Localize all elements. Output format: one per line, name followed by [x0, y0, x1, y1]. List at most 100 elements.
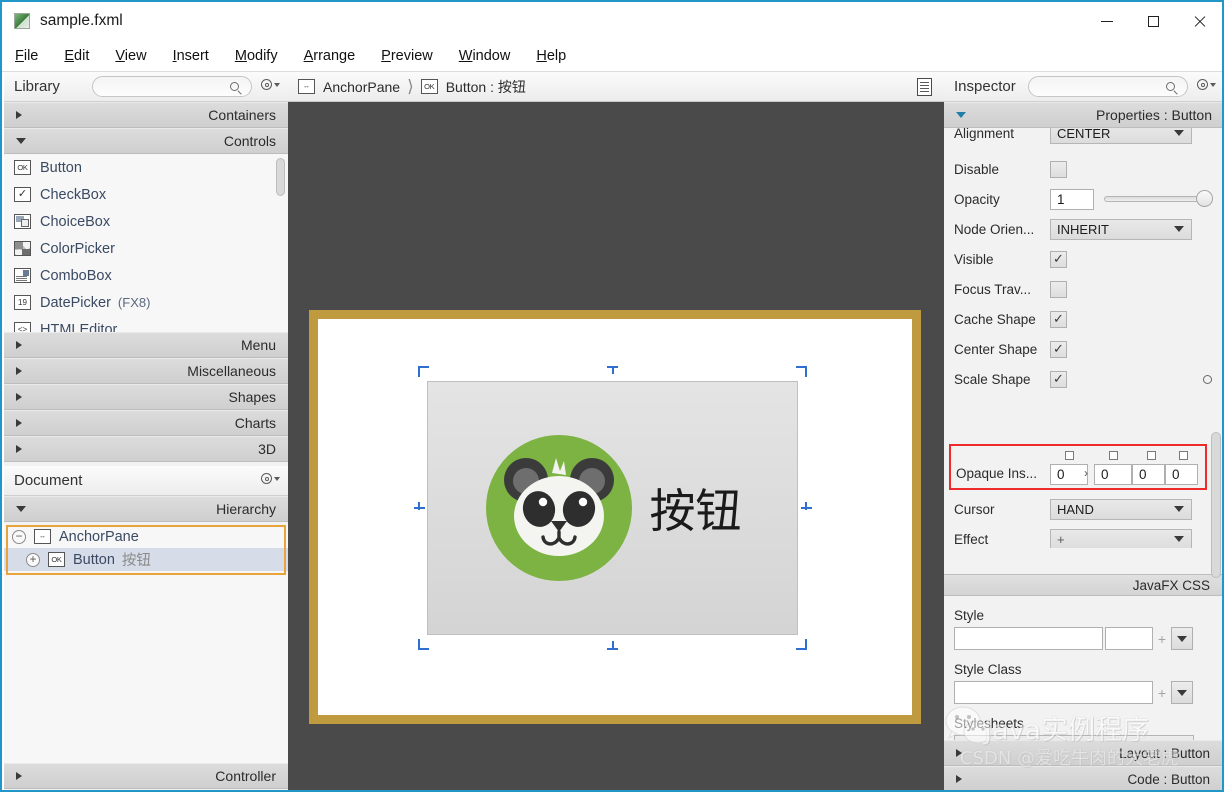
disable-checkbox[interactable] [1050, 160, 1067, 178]
library-item-htmleditor[interactable]: HTMLEditor [4, 316, 288, 332]
library-section-3d[interactable]: 3D [4, 436, 288, 462]
opaque-insets-left-checkbox[interactable] [1179, 451, 1188, 460]
gear-icon[interactable] [1203, 374, 1212, 384]
library-search-input[interactable] [92, 76, 252, 97]
library-section-controls[interactable]: Controls [4, 128, 288, 154]
library-item-button[interactable]: Button [4, 154, 288, 181]
style-class-add-button[interactable]: + [1153, 681, 1171, 704]
opaque-insets-left-value: 0 [1172, 467, 1180, 482]
properties-list[interactable]: Alignment CENTER Disable Opacity 1 Node … [944, 128, 1222, 548]
effect-combo[interactable]: + [1050, 528, 1192, 548]
menu-edit[interactable]: Edit [51, 45, 102, 67]
document-settings-button[interactable] [261, 473, 280, 484]
inspector-section-layout[interactable]: Layout : Button [944, 740, 1222, 766]
menu-help[interactable]: Help [523, 45, 579, 67]
cache-shape-checkbox[interactable]: ✓ [1050, 310, 1067, 328]
library-item-choicebox[interactable]: ChoiceBox [4, 208, 288, 235]
anchorpane-icon: ↔ [34, 529, 51, 544]
document-section-controller[interactable]: Controller [4, 763, 288, 789]
menu-arrange[interactable]: Arrange [291, 45, 369, 67]
slider-thumb[interactable] [1196, 189, 1213, 207]
inspector-section-properties[interactable]: Properties : Button [944, 102, 1222, 128]
property-row-cursor[interactable]: Cursor HAND [944, 494, 1222, 524]
breadcrumb-item-button[interactable]: Button : 按钮 [446, 77, 526, 97]
library-section-shapes[interactable]: Shapes [4, 384, 288, 410]
style-input[interactable] [954, 627, 1103, 650]
anchorpane-node[interactable]: 按钮 [309, 310, 921, 724]
inspector-section-javafx-css[interactable]: JavaFX CSS [944, 574, 1222, 596]
opaque-insets-top-input[interactable]: 0 [1050, 464, 1088, 485]
library-section-miscellaneous[interactable]: Miscellaneous [4, 358, 288, 384]
opaque-insets-left-input[interactable]: 0 [1165, 464, 1198, 485]
visible-checkbox[interactable]: ✓ [1050, 250, 1067, 268]
design-canvas[interactable]: 按钮 [288, 102, 944, 790]
breadcrumb-item-anchorpane[interactable]: AnchorPane [323, 79, 400, 95]
style-class-input[interactable] [954, 681, 1153, 704]
property-row-disable[interactable]: Disable [944, 154, 1222, 184]
property-row-focus-traversable[interactable]: Focus Trav... [944, 274, 1222, 304]
library-section-charts[interactable]: Charts [4, 410, 288, 436]
chevron-down-icon [16, 506, 26, 512]
checkbox-icon [14, 187, 31, 202]
style-class-dropdown-button[interactable] [1171, 681, 1193, 704]
library-section-label: Containers [208, 107, 276, 123]
node-orientation-combo[interactable]: INHERIT [1050, 218, 1192, 240]
inspector-search-input[interactable] [1028, 76, 1188, 97]
opaque-insets-top-checkbox[interactable] [1065, 451, 1074, 460]
library-section-label: Controls [223, 133, 276, 149]
cursor-combo[interactable]: HAND [1050, 498, 1192, 520]
property-row-visible[interactable]: Visible ✓ [944, 244, 1222, 274]
library-item-combobox[interactable]: ComboBox [4, 262, 288, 289]
library-section-containers[interactable]: Containers [4, 102, 288, 128]
property-row-center-shape[interactable]: Center Shape ✓ [944, 334, 1222, 364]
inspector-scrollbar-thumb[interactable] [1211, 432, 1221, 578]
property-row-effect[interactable]: Effect + [944, 524, 1222, 548]
library-item-label: HTMLEditor [40, 321, 118, 333]
close-button[interactable] [1176, 2, 1222, 40]
document-icon[interactable] [917, 78, 932, 96]
opaque-insets-right-checkbox[interactable] [1109, 451, 1118, 460]
library-settings-button[interactable] [261, 79, 280, 90]
menu-preview[interactable]: Preview [368, 45, 446, 67]
property-row-node-orientation[interactable]: Node Orien... INHERIT [944, 214, 1222, 244]
chevron-down-icon [274, 82, 280, 87]
center-shape-checkbox[interactable]: ✓ [1050, 340, 1067, 358]
inspector-settings-button[interactable] [1197, 79, 1216, 90]
alignment-combo[interactable]: CENTER [1050, 128, 1192, 144]
menu-modify[interactable]: Modify [222, 45, 291, 67]
library-item-colorpicker[interactable]: ColorPicker [4, 235, 288, 262]
menu-window[interactable]: Window [446, 45, 524, 67]
property-row-cache-shape[interactable]: Cache Shape ✓ [944, 304, 1222, 334]
inspector-section-code[interactable]: Code : Button [944, 766, 1222, 790]
library-item-checkbox[interactable]: CheckBox [4, 181, 288, 208]
minimize-button[interactable] [1084, 2, 1130, 40]
style-dropdown-button[interactable] [1171, 627, 1193, 650]
hierarchy-tree[interactable]: − ↔ AnchorPane + Button 按钮 [4, 525, 288, 763]
menu-file[interactable]: File [2, 45, 51, 67]
menu-view[interactable]: View [102, 45, 159, 67]
library-section-menu[interactable]: Menu [4, 332, 288, 358]
document-section-hierarchy[interactable]: Hierarchy [4, 496, 288, 522]
opaque-insets-right-input[interactable]: 0 [1094, 464, 1132, 485]
property-row-opacity[interactable]: Opacity 1 [944, 184, 1222, 214]
library-scrollbar-thumb[interactable] [276, 158, 285, 196]
style-input-secondary[interactable] [1105, 627, 1153, 650]
scale-shape-checkbox[interactable]: ✓ [1050, 370, 1067, 388]
library-controls-list[interactable]: Button CheckBox ChoiceBox ColorPicker Co… [4, 154, 288, 332]
maximize-button[interactable] [1130, 2, 1176, 40]
button-node[interactable]: 按钮 [427, 381, 798, 635]
property-row-alignment[interactable]: Alignment CENTER [944, 128, 1222, 146]
opaque-insets-bottom-input[interactable]: 0 [1132, 464, 1165, 485]
colorpicker-icon [14, 241, 31, 256]
opacity-slider[interactable] [1104, 189, 1213, 210]
chevron-down-icon [1174, 506, 1184, 512]
library-item-datepicker[interactable]: DatePicker (FX8) [4, 289, 288, 316]
opaque-insets-bottom-checkbox[interactable] [1147, 451, 1156, 460]
style-add-button[interactable]: + [1153, 627, 1171, 650]
property-row-scale-shape[interactable]: Scale Shape ✓ [944, 364, 1222, 394]
menu-insert[interactable]: Insert [160, 45, 222, 67]
focus-traversable-checkbox[interactable] [1050, 280, 1067, 298]
opacity-input[interactable]: 1 [1050, 188, 1094, 210]
chevron-right-icon [16, 393, 22, 401]
style-class-row: + [954, 681, 1222, 704]
